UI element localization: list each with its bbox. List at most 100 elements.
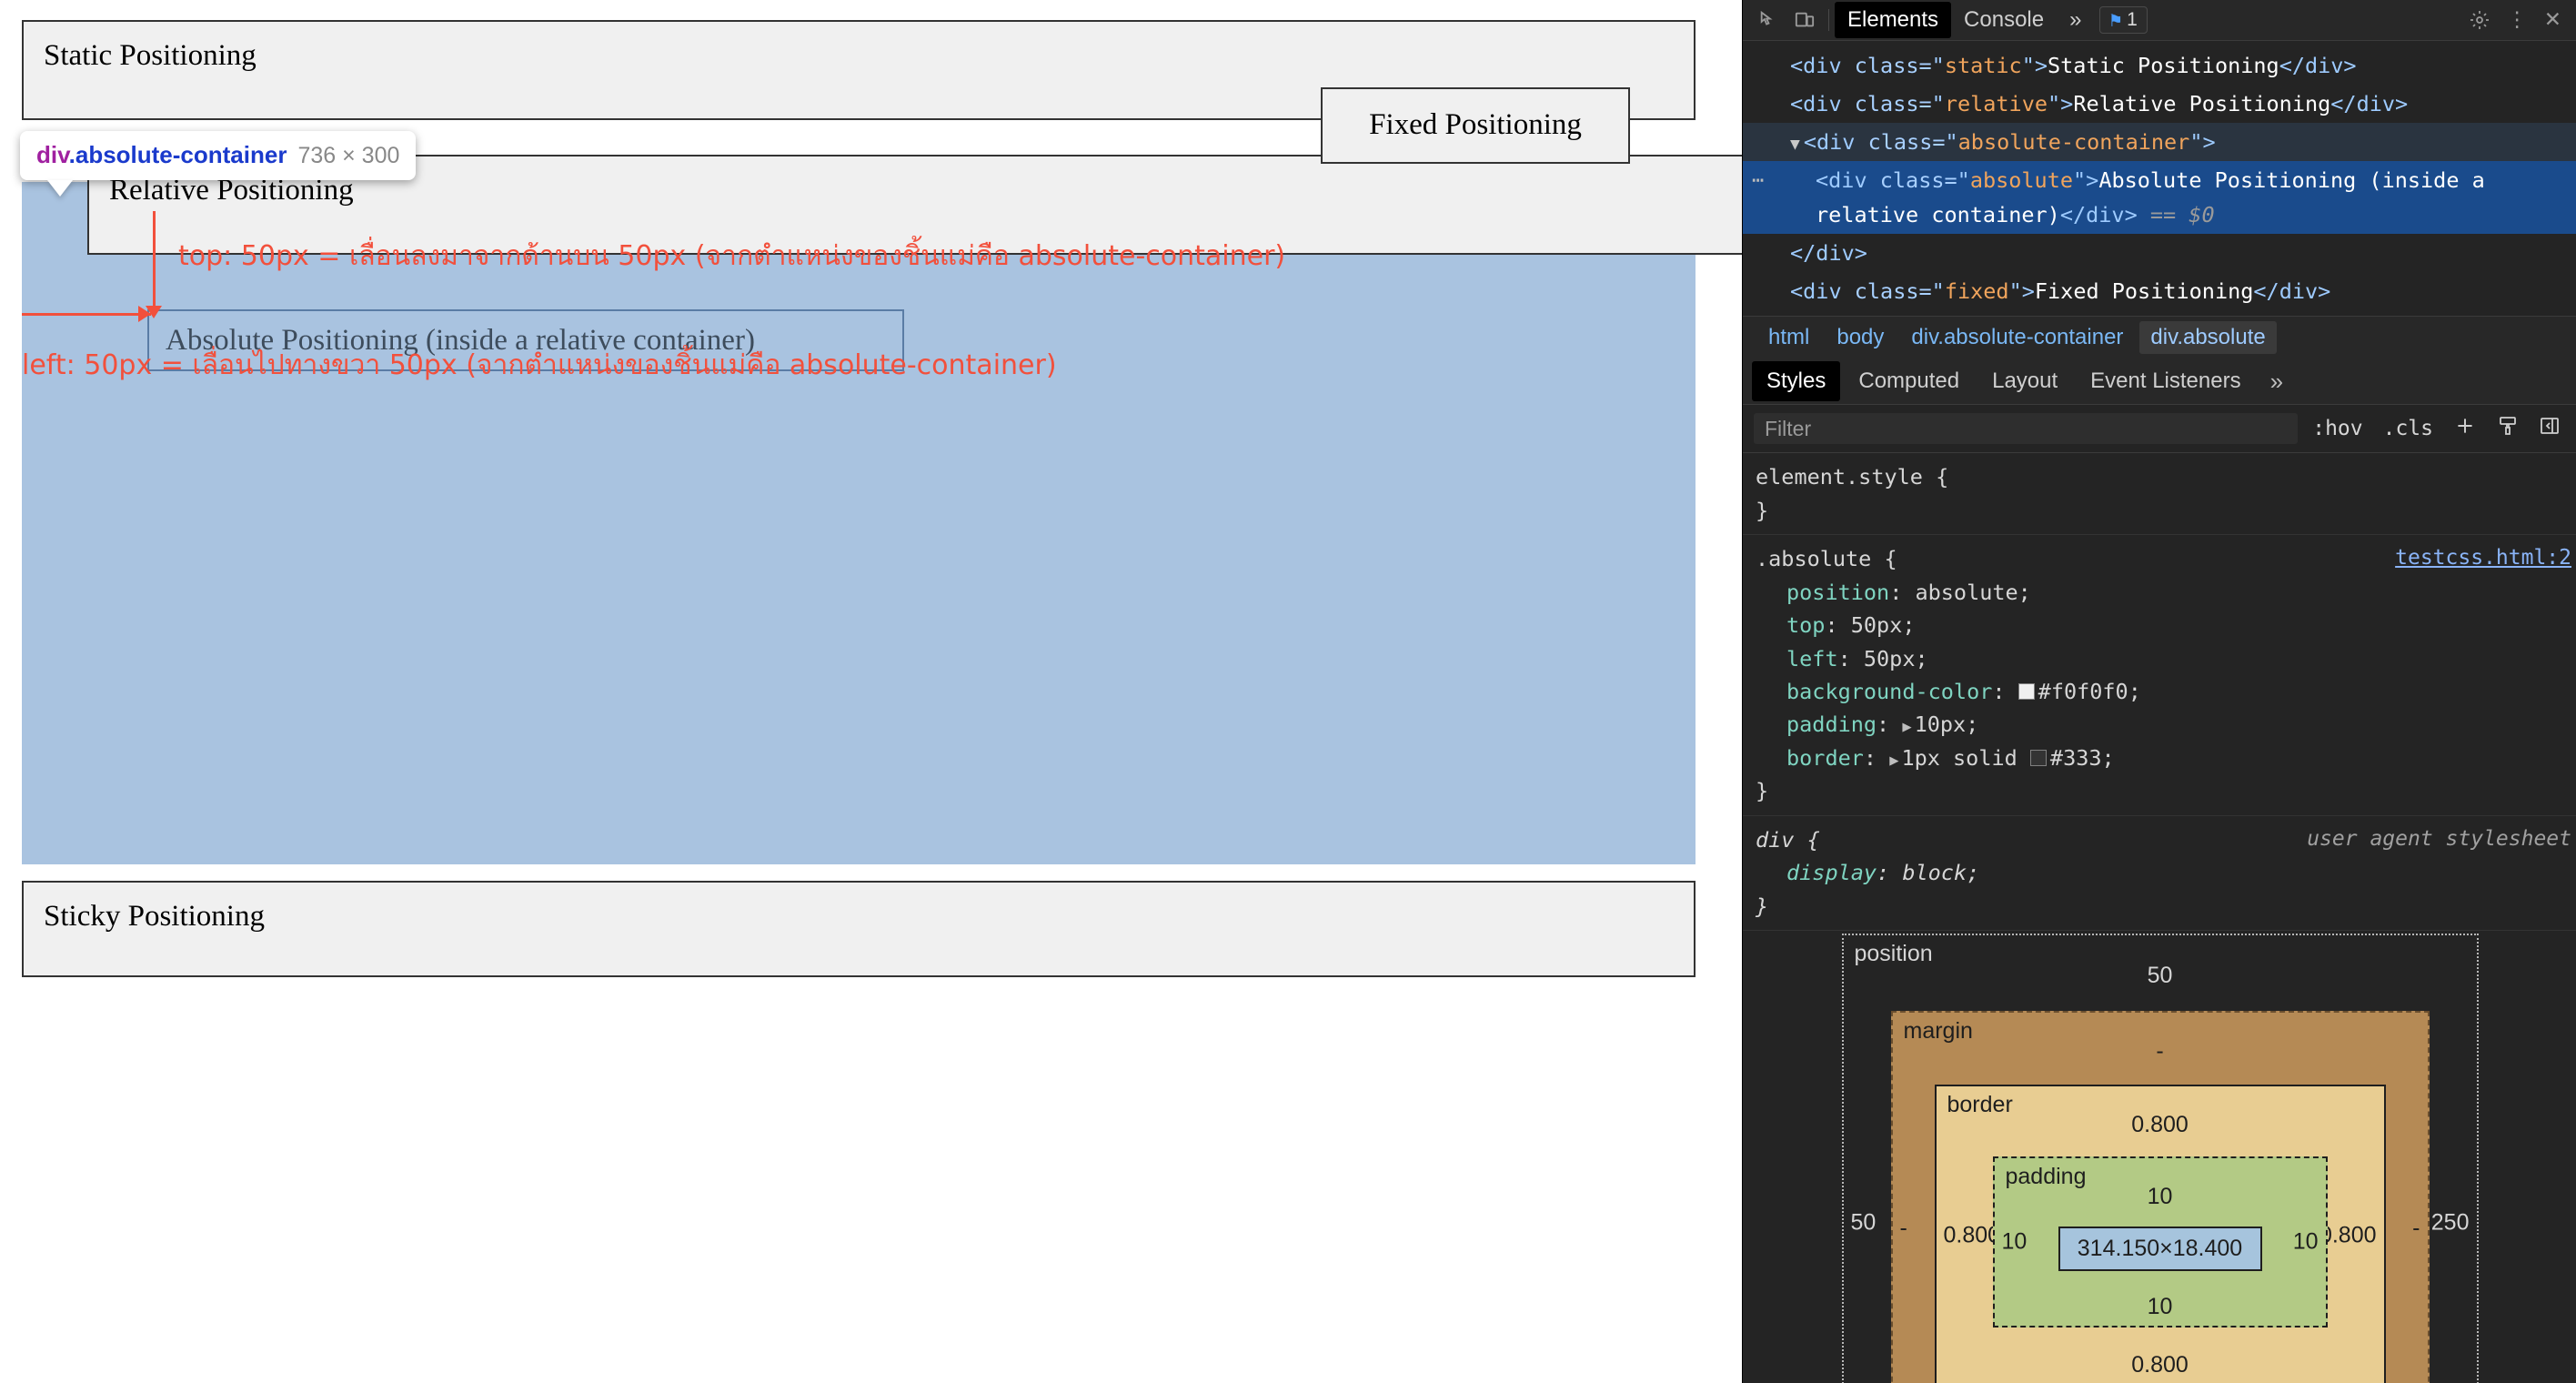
dom-tree-row[interactable]: <div class="static">Static Positioning</… — [1743, 46, 2576, 85]
tab-elements[interactable]: Elements — [1835, 2, 1952, 38]
dom-token-punct: " — [1931, 53, 1945, 78]
padding-right-value[interactable]: 10 — [2293, 1229, 2319, 1256]
css-rule[interactable]: testcss.html:2 .absolute {position: absol… — [1743, 535, 2576, 816]
css-property[interactable]: display — [1786, 860, 1877, 885]
gear-icon[interactable] — [2460, 0, 2499, 40]
color-swatch[interactable] — [2018, 682, 2035, 700]
css-declaration[interactable]: background-color: #f0f0f0; — [1756, 675, 2576, 708]
css-property[interactable]: left — [1786, 646, 1838, 671]
chevron-down-icon[interactable]: ▼ — [1790, 135, 1800, 154]
margin-left-value[interactable]: - — [1900, 1216, 1907, 1242]
paintbrush-icon[interactable] — [2491, 415, 2524, 443]
box-model-content[interactable]: 314.150×18.400 — [2058, 1227, 2262, 1271]
dom-token-text: Relative Positioning — [2073, 91, 2331, 117]
inspect-element-icon[interactable] — [1750, 0, 1786, 40]
css-value[interactable]: block; — [1902, 860, 1979, 885]
expand-shorthand-icon[interactable]: ▶ — [1902, 718, 1911, 736]
css-rule[interactable]: user agent stylesheet div {display: block… — [1743, 816, 2576, 931]
style-tab-event-listeners[interactable]: Event Listeners — [2076, 361, 2255, 401]
dom-row-content: <div class="fixed">Fixed Positioning</di… — [1790, 278, 2330, 304]
filter-input[interactable]: Filter — [1754, 413, 2299, 445]
box-model-border: border 0.800 0.800 0.800 0.800 padding 1… — [1934, 1085, 2386, 1383]
issues-count: 1 — [2127, 9, 2138, 30]
style-tab-styles[interactable]: Styles — [1752, 361, 1841, 402]
close-icon[interactable]: ✕ — [2536, 0, 2570, 40]
rule-source-label: user agent stylesheet — [2307, 826, 2571, 851]
breadcrumb-item[interactable]: div.absolute — [2139, 321, 2277, 355]
toggle-sidebar-icon[interactable] — [2533, 415, 2566, 443]
device-toolbar-icon[interactable] — [1786, 0, 1823, 40]
padding-left-value[interactable]: 10 — [2002, 1229, 2028, 1256]
breadcrumb-item[interactable]: body — [1826, 321, 1895, 354]
css-value[interactable]: 50px; — [1851, 612, 1916, 638]
margin-right-value[interactable]: - — [2412, 1216, 2420, 1242]
css-property[interactable]: padding — [1786, 712, 1877, 737]
css-declaration[interactable]: left: 50px; — [1756, 642, 2576, 675]
screenshot-root: Static Positioning Relative Positioning … — [0, 0, 2576, 1383]
style-tab-computed[interactable]: Computed — [1844, 361, 1974, 401]
style-tab-layout[interactable]: Layout — [1977, 361, 2072, 401]
dom-tree-row[interactable]: <div class="relative">Relative Positioni… — [1743, 85, 2576, 123]
dom-token-punct: > — [2060, 91, 2074, 117]
css-declaration[interactable]: border: ▶ 1px solid #333; — [1756, 742, 2576, 774]
more-tabs-icon[interactable]: » — [2057, 2, 2094, 38]
breadcrumb-item[interactable]: div.absolute-container — [1900, 321, 2134, 354]
hov-button[interactable]: :hov — [2307, 417, 2368, 440]
devtools-toolbar: Elements Console » ⚑ 1 ⋮ ✕ — [1743, 0, 2576, 41]
css-property[interactable]: position — [1786, 580, 1889, 605]
position-left-value[interactable]: 50 — [1851, 1209, 1877, 1236]
dom-token-punct: < — [1803, 129, 1816, 156]
css-property[interactable]: background-color — [1786, 679, 1992, 704]
css-value[interactable]: absolute; — [1915, 580, 2030, 605]
dom-token-punct: < — [1790, 278, 1804, 305]
color-swatch[interactable] — [2029, 749, 2047, 766]
css-rule-close-brace: } — [1756, 893, 1769, 919]
css-property[interactable]: top — [1786, 612, 1825, 638]
dom-tree-row[interactable]: ▼ <div class="absolute-container"> — [1743, 123, 2576, 162]
css-value[interactable]: 10px; — [1915, 712, 1979, 737]
styles-tab-bar: Styles Computed Layout Event Listeners» — [1743, 358, 2576, 406]
dom-tree-row[interactable]: ⋯ <div class="absolute">Absolute Position… — [1743, 161, 2576, 235]
dom-token-punct: </div> — [1790, 240, 1867, 267]
margin-label: margin — [1903, 1018, 1973, 1044]
expand-shorthand-icon[interactable]: ▶ — [1889, 752, 1898, 770]
css-declaration[interactable]: top: 50px; — [1756, 609, 2576, 641]
border-right-value[interactable]: 0.800 — [2319, 1222, 2377, 1248]
dom-token-name: div — [1816, 129, 1856, 156]
css-value[interactable]: 1px solid — [1901, 745, 2029, 771]
css-selector[interactable]: element.style { — [1756, 460, 2576, 493]
breadcrumb-item[interactable]: html — [1757, 321, 1820, 354]
css-property[interactable]: border — [1786, 745, 1864, 771]
css-declaration[interactable]: display: block; — [1756, 856, 2576, 889]
plus-icon[interactable] — [2448, 414, 2482, 444]
dom-token-punct: > — [2021, 278, 2035, 305]
dom-token-name: div — [1828, 167, 1867, 194]
border-bottom-value[interactable]: 0.800 — [1937, 1352, 2384, 1378]
dom-token-val: relative — [1944, 91, 2048, 117]
dom-token-attr: class= — [1867, 167, 1957, 194]
dom-token-eq: == $0 — [2137, 202, 2215, 228]
dom-token-val: absolute — [1969, 167, 2073, 194]
dom-tree-row[interactable]: </div> — [1743, 234, 2576, 272]
more-options-icon[interactable]: ⋮ — [2499, 0, 2536, 40]
issues-badge[interactable]: ⚑ 1 — [2099, 6, 2148, 34]
more-style-tabs-icon[interactable]: » — [2259, 368, 2294, 396]
padding-bottom-value[interactable]: 10 — [1995, 1294, 2326, 1320]
cls-button[interactable]: .cls — [2378, 417, 2439, 440]
dom-token-punct: " — [1931, 278, 1945, 305]
dom-token-punct: </div> — [2059, 202, 2138, 228]
css-value[interactable]: 50px; — [1864, 646, 1928, 671]
css-value[interactable]: #f0f0f0; — [2038, 679, 2141, 704]
rule-source-link[interactable]: testcss.html:2 — [2395, 542, 2571, 575]
box-model-position: position 50 50 350.250 210 margin - - - … — [1841, 934, 2479, 1383]
dom-token-attr: class= — [1841, 53, 1932, 78]
css-value[interactable]: #333; — [2050, 745, 2115, 771]
css-declaration[interactable]: padding: ▶ 10px; — [1756, 708, 2576, 741]
dom-tree-row[interactable]: <div class="fixed">Fixed Positioning</di… — [1743, 272, 2576, 310]
rendered-web-page: Static Positioning Relative Positioning … — [0, 0, 1742, 1383]
css-declaration[interactable]: position: absolute; — [1756, 576, 2576, 609]
css-rule[interactable]: element.style {} — [1743, 453, 2576, 536]
position-top-value[interactable]: 50 — [1844, 963, 2477, 989]
dom-row-ellipsis-icon[interactable]: ⋯ — [1752, 165, 1766, 197]
tab-console[interactable]: Console — [1951, 2, 2057, 38]
